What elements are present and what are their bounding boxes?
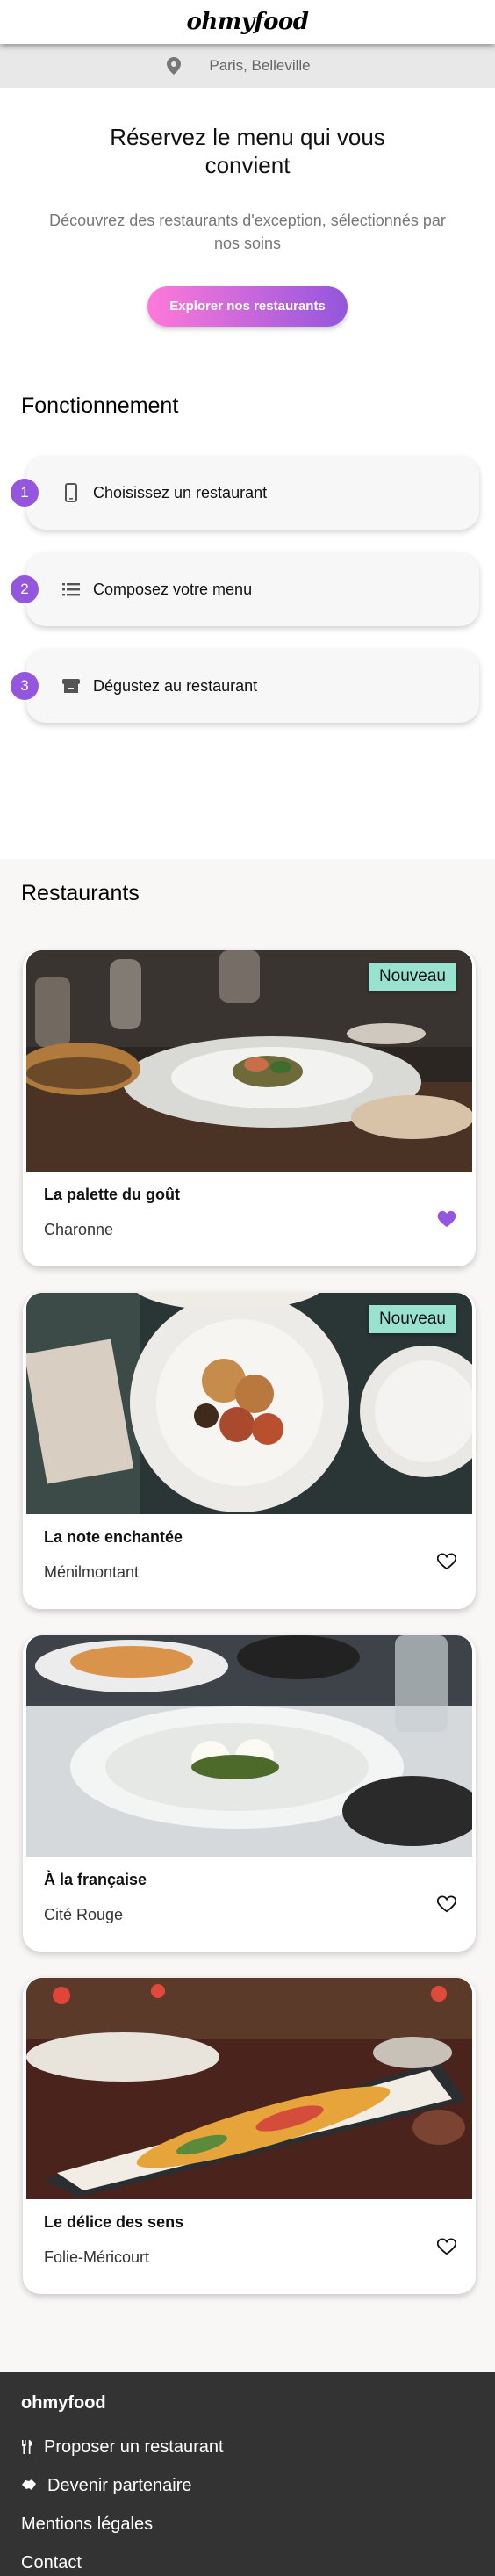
- restaurant-area: Cité Rouge: [44, 1906, 124, 1923]
- restaurant-card[interactable]: À la française Cité Rouge: [23, 1635, 476, 1952]
- section-title: Fonctionnement: [21, 393, 179, 418]
- step-number: 2: [11, 575, 39, 603]
- logo[interactable]: ohmyfood: [187, 9, 309, 35]
- heart-outline-icon[interactable]: [437, 1895, 456, 1913]
- footer-logo[interactable]: ohmyfood: [21, 2393, 474, 2414]
- footer-link-legal[interactable]: Mentions légales: [21, 2505, 474, 2544]
- restaurant-card[interactable]: Nouveau La palette du goût Charonne: [23, 950, 476, 1266]
- explore-restaurants-button[interactable]: Explorer nos restaurants: [147, 286, 348, 327]
- heart-outline-icon[interactable]: [437, 1553, 456, 1570]
- section-title: Restaurants: [21, 881, 140, 906]
- step-number: 1: [11, 479, 39, 507]
- restaurant-name: À la française: [44, 1871, 147, 1888]
- restaurant-card[interactable]: Nouveau La note enchantée Ménilmontant: [23, 1293, 476, 1609]
- footer-link-label: Devenir partenaire: [47, 2476, 192, 2495]
- restaurant-card[interactable]: Le délice des sens Folie-Méricourt: [23, 1978, 476, 2294]
- heart-filled-icon[interactable]: [437, 1210, 456, 1228]
- map-pin-icon: [167, 57, 182, 75]
- location-bar[interactable]: Paris, Belleville: [0, 44, 495, 88]
- new-badge: Nouveau: [368, 1305, 456, 1333]
- phone-icon: [61, 483, 81, 502]
- new-badge: Nouveau: [368, 963, 456, 991]
- footer-link-become-partner[interactable]: Devenir partenaire: [21, 2466, 474, 2505]
- restaurant-photo: [26, 1635, 472, 1857]
- footer-link-contact[interactable]: Contact: [21, 2544, 474, 2576]
- restaurant-name: La note enchantée: [44, 1528, 183, 1546]
- step-label: Dégustez au restaurant: [93, 676, 258, 695]
- utensils-icon: [21, 2440, 35, 2454]
- footer-link-propose-restaurant[interactable]: Proposer un restaurant: [21, 2428, 474, 2466]
- footer-link-label: Mentions légales: [21, 2515, 154, 2534]
- restaurant-photo: Nouveau: [26, 1293, 472, 1514]
- restaurants-section: Restaurants Nouveau La palette du goût C…: [0, 859, 495, 2372]
- step-card-2[interactable]: 2 Composez votre menu: [11, 552, 479, 626]
- handshake-icon: [21, 2479, 39, 2493]
- heart-outline-icon[interactable]: [437, 2238, 456, 2255]
- step-label: Choisissez un restaurant: [93, 483, 268, 501]
- hero-subtitle: Découvrez des restaurants d'exception, s…: [49, 212, 446, 252]
- store-icon: [61, 676, 81, 696]
- restaurant-name: Le délice des sens: [44, 2213, 184, 2231]
- restaurant-area: Ménilmontant: [44, 1563, 140, 1581]
- hero-section: Réservez le menu qui vous convient Décou…: [0, 88, 495, 393]
- site-footer: ohmyfood Proposer un restaurant Devenir …: [0, 2372, 495, 2576]
- step-label: Composez votre menu: [93, 580, 253, 598]
- location-text: Paris, Belleville: [209, 57, 311, 74]
- hero-title: Réservez le menu qui vous convient: [110, 124, 385, 178]
- step-card-3[interactable]: 3 Dégustez au restaurant: [11, 649, 479, 723]
- restaurant-name: La palette du goût: [44, 1186, 180, 1203]
- list-icon: [61, 580, 81, 599]
- restaurant-photo: [26, 1978, 472, 2199]
- restaurant-photo: Nouveau: [26, 950, 472, 1172]
- step-card-1[interactable]: 1 Choisissez un restaurant: [11, 456, 479, 530]
- how-it-works-section: Fonctionnement 1 Choisissez un restauran…: [0, 393, 495, 859]
- footer-link-label: Proposer un restaurant: [44, 2437, 224, 2457]
- restaurant-area: Charonne: [44, 1221, 114, 1238]
- site-header: ohmyfood: [0, 0, 495, 44]
- restaurant-area: Folie-Méricourt: [44, 2248, 150, 2266]
- footer-link-label: Contact: [21, 2553, 82, 2572]
- step-number: 3: [11, 672, 39, 700]
